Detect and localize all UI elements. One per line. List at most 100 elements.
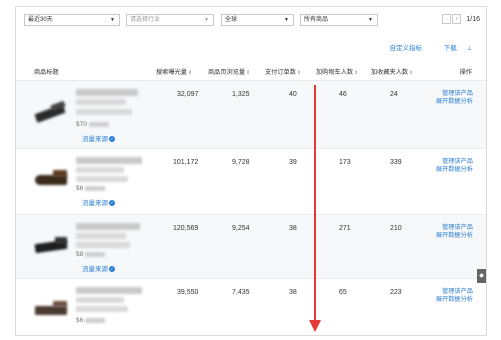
manage-product-link[interactable]: 管理该产品 xyxy=(436,158,473,166)
traffic-source-label: 流量来源 xyxy=(82,266,108,273)
add-to-cart-value: 173 xyxy=(339,159,351,166)
side-feedback-tab[interactable]: ◆ xyxy=(477,269,486,283)
product-price-prefix: $70 xyxy=(76,121,87,128)
table-row: $70 流量来源 ✓ 32,097 1,325 40 46 24 管理该产品 展开… xyxy=(16,81,486,149)
product-title-blurred[interactable] xyxy=(76,157,142,164)
header-paid-orders[interactable]: 支付订单数⇕ xyxy=(265,67,301,76)
traffic-source-link[interactable]: 流量来源 ✓ xyxy=(82,197,115,207)
custom-metrics-link[interactable]: 自定义指标 xyxy=(389,45,422,52)
manage-product-link[interactable]: 管理该产品 xyxy=(436,224,473,232)
page-views-value: 1,325 xyxy=(232,91,250,98)
download-icon: ⊥ xyxy=(466,46,472,52)
header-favorites-label: 加收藏夹人数 xyxy=(371,69,409,76)
traffic-source-label: 流量来源 xyxy=(82,200,108,207)
paid-orders-value: 39 xyxy=(289,159,297,166)
caret-down-icon: ▼ xyxy=(204,17,209,23)
annotation-arrow-head xyxy=(309,320,321,332)
filter-bar: 最近30天 ▼ 请选择行业 ▼ 全球 ▼ 所有商品 ▼ ‹ › 1/16 xyxy=(16,7,486,33)
header-page-views[interactable]: 商品页浏览量⇕ xyxy=(208,67,250,76)
annotation-arrow-line xyxy=(314,85,316,323)
header-favorites[interactable]: 加收藏夹人数⇕ xyxy=(371,67,413,76)
product-thumbnail[interactable] xyxy=(33,229,71,255)
header-product: 商品标题 xyxy=(34,69,59,76)
product-price: $70 xyxy=(76,121,109,128)
expand-analysis-link[interactable]: 展开数据分析 xyxy=(436,232,473,240)
download-label: 下载 xyxy=(443,45,457,52)
search-exposure-value: 39,550 xyxy=(177,289,199,296)
table-row: $8 流量来源 ✓ 120,569 9,254 38 271 210 管理该产品 … xyxy=(16,215,486,279)
period-select-value: 最近30天 xyxy=(28,17,53,23)
period-select[interactable]: 最近30天 ▼ xyxy=(24,14,120,26)
caret-down-icon: ▼ xyxy=(368,17,373,23)
expand-analysis-link[interactable]: 展开数据分析 xyxy=(436,98,473,106)
add-to-cart-value: 46 xyxy=(339,91,347,98)
header-add-to-cart-label: 加购物车人数 xyxy=(316,69,354,76)
product-thumbnail[interactable] xyxy=(33,293,71,319)
row-actions: 管理该产品 展开数据分析 xyxy=(436,158,473,174)
table-row: $6 流量来源 ✓ 101,172 9,728 39 173 339 管理该产品 … xyxy=(16,149,486,215)
favorites-value: 210 xyxy=(390,225,402,232)
header-actions: 操作 xyxy=(459,69,472,76)
verified-badge-icon: ✓ xyxy=(109,136,115,143)
product-title-blurred[interactable] xyxy=(76,287,142,294)
caret-down-icon: ▼ xyxy=(284,17,289,23)
caret-down-icon: ▼ xyxy=(110,17,115,23)
traffic-source-link[interactable]: 流量来源 ✓ xyxy=(82,133,115,143)
search-exposure-value: 120,569 xyxy=(173,225,199,232)
download-link[interactable]: 下载 ⊥ xyxy=(434,45,472,52)
sort-icon: ⇕ xyxy=(354,70,359,76)
prev-page-button[interactable]: ‹ xyxy=(442,14,452,24)
header-add-to-cart[interactable]: 加购物车人数⇕ xyxy=(316,67,358,76)
traffic-source-label: 流量来源 xyxy=(82,136,108,143)
pagination: ‹ › 1/16 xyxy=(442,13,480,25)
manage-product-link[interactable]: 管理该产品 xyxy=(436,90,473,98)
sort-icon: ⇕ xyxy=(246,70,251,76)
expand-analysis-link[interactable]: 展开数据分析 xyxy=(436,166,473,174)
table-toolbar-links: 自定义指标 下载 ⊥ xyxy=(379,42,472,52)
page-views-value: 9,254 xyxy=(232,225,250,232)
header-search-exposure[interactable]: 搜索曝光量⇕ xyxy=(156,67,192,76)
table-row: $6 39,550 7,435 38 65 223 管理该产品 展开数据分析 xyxy=(16,279,486,335)
search-exposure-value: 32,097 xyxy=(177,91,199,98)
sort-icon: ⇕ xyxy=(409,70,414,76)
row-actions: 管理该产品 展开数据分析 xyxy=(436,288,473,304)
header-search-exposure-label: 搜索曝光量 xyxy=(156,69,187,76)
header-page-views-label: 商品页浏览量 xyxy=(208,69,246,76)
sort-icon: ⇕ xyxy=(296,70,302,76)
favorites-value: 24 xyxy=(390,91,398,98)
product-scope-select-value: 所有商品 xyxy=(304,17,329,23)
table-header: 商品标题 搜索曝光量⇕ 商品页浏览量⇕ 支付订单数⇕ 加购物车人数⇕ 加收藏夹人… xyxy=(16,61,486,81)
manage-product-link[interactable]: 管理该产品 xyxy=(436,288,473,296)
paid-orders-value: 38 xyxy=(289,289,297,296)
verified-badge-icon: ✓ xyxy=(109,266,115,273)
product-thumbnail[interactable] xyxy=(33,163,71,189)
industry-select-placeholder: 请选择行业 xyxy=(130,17,161,23)
expand-analysis-link[interactable]: 展开数据分析 xyxy=(436,296,473,304)
product-analysis-panel: 最近30天 ▼ 请选择行业 ▼ 全球 ▼ 所有商品 ▼ ‹ › 1/16 自定义… xyxy=(15,6,487,336)
page-views-value: 9,728 xyxy=(232,159,250,166)
region-select-value: 全球 xyxy=(225,17,238,23)
add-to-cart-value: 271 xyxy=(339,225,351,232)
product-title-blurred[interactable] xyxy=(76,223,140,230)
region-select[interactable]: 全球 ▼ xyxy=(221,14,294,26)
row-actions: 管理该产品 展开数据分析 xyxy=(436,224,473,240)
product-price: $6 xyxy=(76,317,106,324)
add-to-cart-value: 65 xyxy=(339,289,347,296)
sort-icon: ⇕ xyxy=(187,70,193,76)
favorites-value: 339 xyxy=(390,159,402,166)
product-thumbnail[interactable] xyxy=(33,97,71,123)
paid-orders-value: 40 xyxy=(289,91,297,98)
page-count: 1/16 xyxy=(466,15,480,23)
product-price-prefix: $6 xyxy=(76,317,84,324)
favorites-value: 223 xyxy=(390,289,402,296)
product-price-prefix: $8 xyxy=(76,251,84,258)
product-price: $6 xyxy=(76,185,106,192)
verified-badge-icon: ✓ xyxy=(109,200,115,207)
traffic-source-link[interactable]: 流量来源 ✓ xyxy=(82,263,115,273)
product-title-blurred[interactable] xyxy=(76,89,138,96)
paid-orders-value: 38 xyxy=(289,225,297,232)
next-page-button[interactable]: › xyxy=(452,14,462,24)
product-scope-select[interactable]: 所有商品 ▼ xyxy=(300,14,378,26)
search-exposure-value: 101,172 xyxy=(173,159,199,166)
industry-select[interactable]: 请选择行业 ▼ xyxy=(126,14,214,26)
